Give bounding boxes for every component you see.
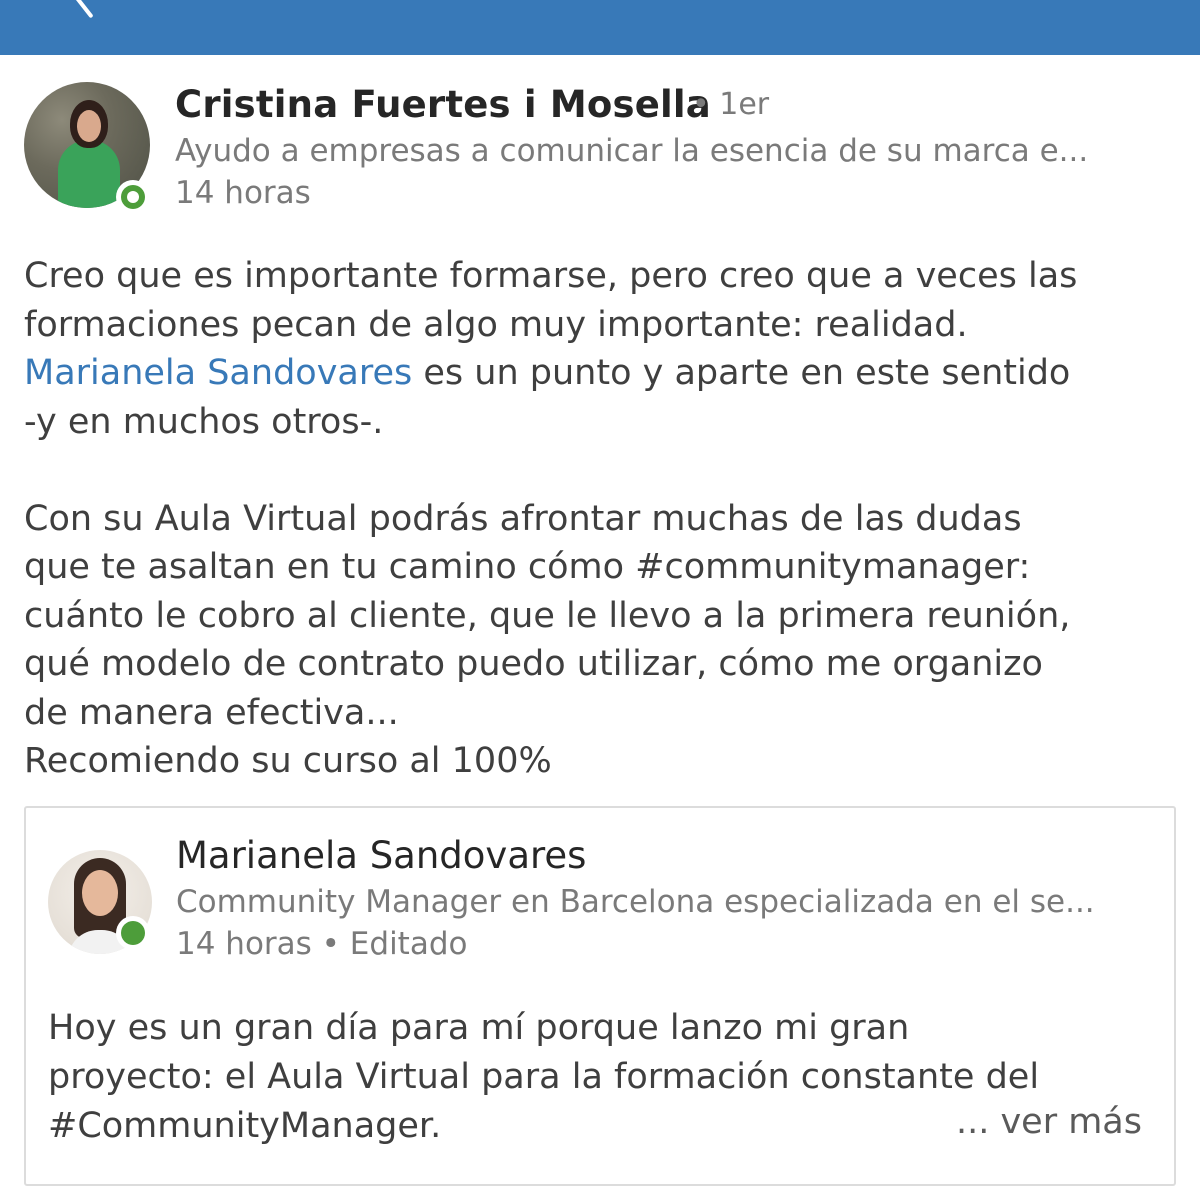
post-line: cuánto le cobro al cliente, que le llevo… bbox=[24, 595, 1071, 636]
online-status-icon bbox=[116, 916, 150, 950]
chevron-left-icon[interactable] bbox=[74, 0, 94, 19]
post-timestamp: 14 horas bbox=[175, 175, 311, 211]
avatar-face bbox=[77, 110, 101, 142]
shared-author-headline: Community Manager en Barcelona especiali… bbox=[176, 884, 1095, 920]
post-line: qué modelo de contrato puedo utilizar, c… bbox=[24, 644, 1043, 684]
shared-post-card[interactable]: Marianela Sandovares Community Manager e… bbox=[24, 806, 1176, 1186]
mention-link[interactable]: Marianela Sandovares bbox=[24, 353, 412, 393]
avatar-face bbox=[82, 870, 118, 916]
author-name[interactable]: Cristina Fuertes i Mosella bbox=[175, 83, 711, 126]
post-line-text: es un punto y aparte en este sentido bbox=[412, 353, 1071, 393]
connection-degree: • 1er bbox=[692, 87, 770, 122]
author-headline: Ayudo a empresas a comunicar la esencia … bbox=[175, 133, 1089, 169]
post-line: Creo que es importante formarse, pero cr… bbox=[24, 256, 1078, 296]
shared-post-line: Hoy es un gran día para mí porque lanzo … bbox=[48, 1008, 910, 1048]
post-header: Cristina Fuertes i Mosella • 1er Ayudo a… bbox=[0, 55, 1200, 235]
post-line: -y en muchos otros-. bbox=[24, 401, 384, 442]
post-line: Marianela Sandovares es un punto y apart… bbox=[24, 349, 1184, 398]
post-line: formaciones pecan de algo muy importante… bbox=[24, 304, 968, 345]
online-status-icon bbox=[116, 180, 150, 214]
avatar-figure bbox=[58, 140, 120, 208]
post-line: que te asaltan en tu camino cómo #commun… bbox=[24, 547, 1031, 587]
see-more-link[interactable]: ... ver más bbox=[956, 1102, 1142, 1142]
shared-timestamp: 14 horas • Editado bbox=[176, 926, 468, 962]
top-nav-bar bbox=[0, 0, 1200, 55]
shared-author-name[interactable]: Marianela Sandovares bbox=[176, 834, 586, 877]
shared-post-line: proyecto: el Aula Virtual para la formac… bbox=[48, 1057, 1040, 1097]
post-text: Creo que es importante formarse, pero cr… bbox=[24, 252, 1184, 786]
post-line: de manera efectiva... bbox=[24, 692, 399, 733]
post-line: Recomiendo su curso al 100% bbox=[24, 741, 552, 781]
post-line: Con su Aula Virtual podrás afrontar much… bbox=[24, 498, 1022, 539]
